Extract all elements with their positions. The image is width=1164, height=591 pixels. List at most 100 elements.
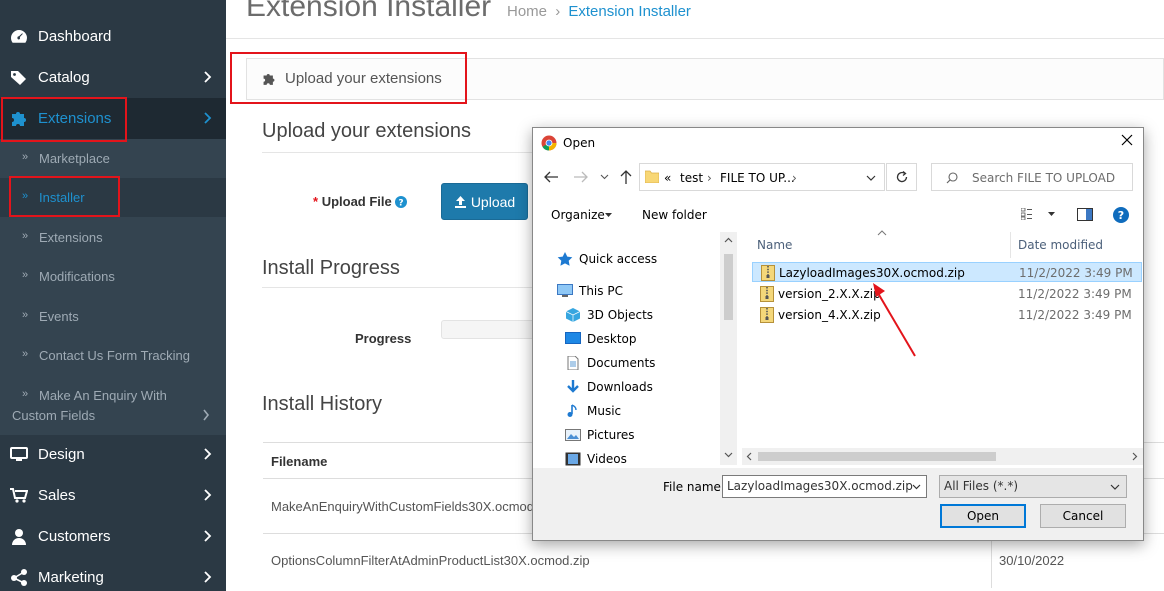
file-name: version_4.X.X.zip — [778, 308, 881, 322]
required-mark: * — [313, 194, 319, 209]
search-input[interactable]: Search FILE TO UPLOAD — [931, 163, 1133, 191]
sidebar-item-sales[interactable]: Sales — [0, 475, 226, 516]
puzzle-icon — [12, 112, 26, 126]
desktop-icon — [565, 332, 581, 344]
tree-item-desktop[interactable]: Desktop — [565, 332, 637, 346]
address-bar[interactable]: « test › FILE TO UP... › — [639, 163, 885, 191]
sidebar-subitem-extensions[interactable]: » Extensions — [0, 217, 226, 257]
sidebar-subitem-installer[interactable]: » Installer — [0, 178, 226, 217]
sidebar-item-dashboard[interactable]: Dashboard — [0, 16, 226, 57]
file-row-version-4[interactable]: version_4.X.X.zip 11/2/2022 3:49 PM — [752, 305, 1142, 325]
sidebar-subitem-marketplace[interactable]: » Marketplace — [0, 139, 226, 178]
tree-item-pictures[interactable]: Pictures — [565, 428, 635, 442]
new-folder-button[interactable]: New folder — [642, 208, 707, 222]
history-filename: MakeAnEnquiryWithCustomFields30X.ocmod.z… — [271, 499, 555, 514]
tree-item-videos[interactable]: Videos — [565, 452, 627, 466]
scroll-right-icon[interactable] — [1132, 452, 1138, 461]
back-arrow-icon[interactable] — [543, 170, 559, 184]
breadcrumb-current[interactable]: Extension Installer — [568, 3, 691, 20]
file-row-lazyloadimages[interactable]: LazyloadImages30X.ocmod.zip 11/2/2022 3:… — [752, 262, 1142, 282]
file-name-input[interactable]: LazyloadImages30X.ocmod.zip — [722, 475, 927, 498]
tree-item-downloads[interactable]: Downloads — [565, 380, 653, 394]
file-row-version-2[interactable]: version_2.X.X.zip 11/2/2022 3:49 PM — [752, 284, 1142, 304]
chevron-down-icon — [1110, 484, 1120, 490]
scroll-left-icon[interactable] — [746, 452, 752, 461]
dialog-title: Open — [563, 136, 596, 150]
file-date: 11/2/2022 3:49 PM — [1018, 308, 1132, 322]
scroll-thumb[interactable] — [724, 254, 733, 320]
user-icon — [12, 529, 26, 545]
tree-item-documents[interactable]: Documents — [565, 356, 655, 370]
file-date: 11/2/2022 3:49 PM — [1019, 266, 1133, 280]
scroll-up-icon[interactable] — [724, 237, 733, 243]
sidebar-item-label: Sales — [38, 487, 76, 504]
sidebar-subitem-make-an-enquiry[interactable]: » Make An Enquiry With Custom Fields — [0, 375, 226, 435]
cancel-button[interactable]: Cancel — [1040, 504, 1126, 528]
puzzle-icon — [263, 73, 275, 85]
address-segment-test[interactable]: test — [680, 171, 703, 185]
chevron-down-icon[interactable] — [866, 175, 876, 181]
column-header-name[interactable]: Name — [757, 238, 792, 252]
dropdown-arrow-icon — [605, 213, 612, 217]
preview-pane-icon[interactable] — [1077, 208, 1093, 221]
sidebar-subitem-events[interactable]: » Events — [0, 296, 226, 336]
dropdown-arrow-icon[interactable] — [1048, 212, 1055, 216]
help-icon[interactable]: ? — [1113, 207, 1129, 223]
open-button[interactable]: Open — [940, 504, 1026, 528]
column-header-date-modified[interactable]: Date modified — [1018, 238, 1103, 252]
breadcrumb-separator: › — [555, 3, 561, 20]
sidebar-item-label: Customers — [38, 528, 111, 545]
scroll-thumb[interactable] — [758, 452, 996, 461]
refresh-button[interactable] — [886, 163, 917, 191]
up-arrow-icon[interactable] — [619, 169, 633, 185]
sidebar-item-marketing[interactable]: Marketing — [0, 557, 226, 591]
navigation-scrollbar[interactable] — [720, 232, 737, 465]
sidebar-subitem-contact-us-form-tracking[interactable]: » Contact Us Form Tracking — [0, 336, 226, 375]
star-icon — [557, 252, 573, 266]
history-date: 30/10/2022 — [999, 553, 1065, 568]
chevron-right-icon — [204, 112, 212, 124]
tree-item-this-pc[interactable]: This PC — [557, 284, 623, 298]
sidebar-item-extensions[interactable]: Extensions — [0, 98, 226, 139]
double-chevron-icon: » — [22, 348, 29, 360]
chevron-down-icon[interactable] — [600, 174, 609, 180]
sidebar-item-customers[interactable]: Customers — [0, 516, 226, 557]
open-file-dialog: Open « test › FILE TO UP... › Search FIL… — [532, 127, 1144, 541]
folder-icon — [645, 170, 659, 183]
file-type-select[interactable]: All Files (*.*) — [939, 475, 1127, 498]
sidebar-item-label: Design — [38, 446, 85, 463]
help-icon[interactable]: ? — [395, 196, 408, 209]
address-chevrons[interactable]: « — [664, 171, 671, 185]
zip-file-icon — [760, 307, 774, 323]
sidebar-item-catalog[interactable]: Catalog — [0, 57, 226, 98]
upload-button[interactable]: Upload — [441, 183, 528, 220]
chevron-down-icon[interactable] — [912, 484, 921, 490]
double-chevron-icon: » — [22, 190, 29, 202]
sidebar-subitem-modifications[interactable]: » Modifications — [0, 257, 226, 296]
tree-item-quick-access[interactable]: Quick access — [557, 252, 657, 266]
close-icon[interactable] — [1119, 132, 1135, 148]
chevron-right-icon — [204, 448, 212, 460]
double-chevron-icon: » — [22, 230, 29, 242]
sidebar: Dashboard Catalog Extensions » Marketpla… — [0, 0, 226, 591]
svg-text:?: ? — [399, 199, 404, 209]
forward-arrow-icon[interactable] — [573, 170, 589, 184]
sidebar-item-design[interactable]: Design — [0, 434, 226, 475]
page-title: Extension Installer — [246, 0, 492, 23]
tree-item-music[interactable]: Music — [565, 404, 621, 418]
view-options-icon[interactable] — [1021, 208, 1039, 220]
scroll-down-icon[interactable] — [724, 452, 733, 458]
file-date: 11/2/2022 3:49 PM — [1018, 287, 1132, 301]
breadcrumb-home[interactable]: Home — [507, 3, 547, 20]
column-divider — [991, 534, 992, 588]
upload-icon — [454, 196, 466, 208]
computer-icon — [557, 284, 573, 297]
chevron-right-icon — [203, 409, 210, 421]
share-icon — [11, 569, 27, 586]
section-divider — [262, 152, 542, 153]
address-segment-folder[interactable]: FILE TO UP... — [720, 171, 795, 185]
file-list-scrollbar[interactable] — [742, 448, 1143, 465]
tree-item-3d-objects[interactable]: 3D Objects — [565, 308, 653, 322]
zip-file-icon — [760, 286, 774, 302]
organize-menu[interactable]: Organize — [551, 208, 605, 222]
